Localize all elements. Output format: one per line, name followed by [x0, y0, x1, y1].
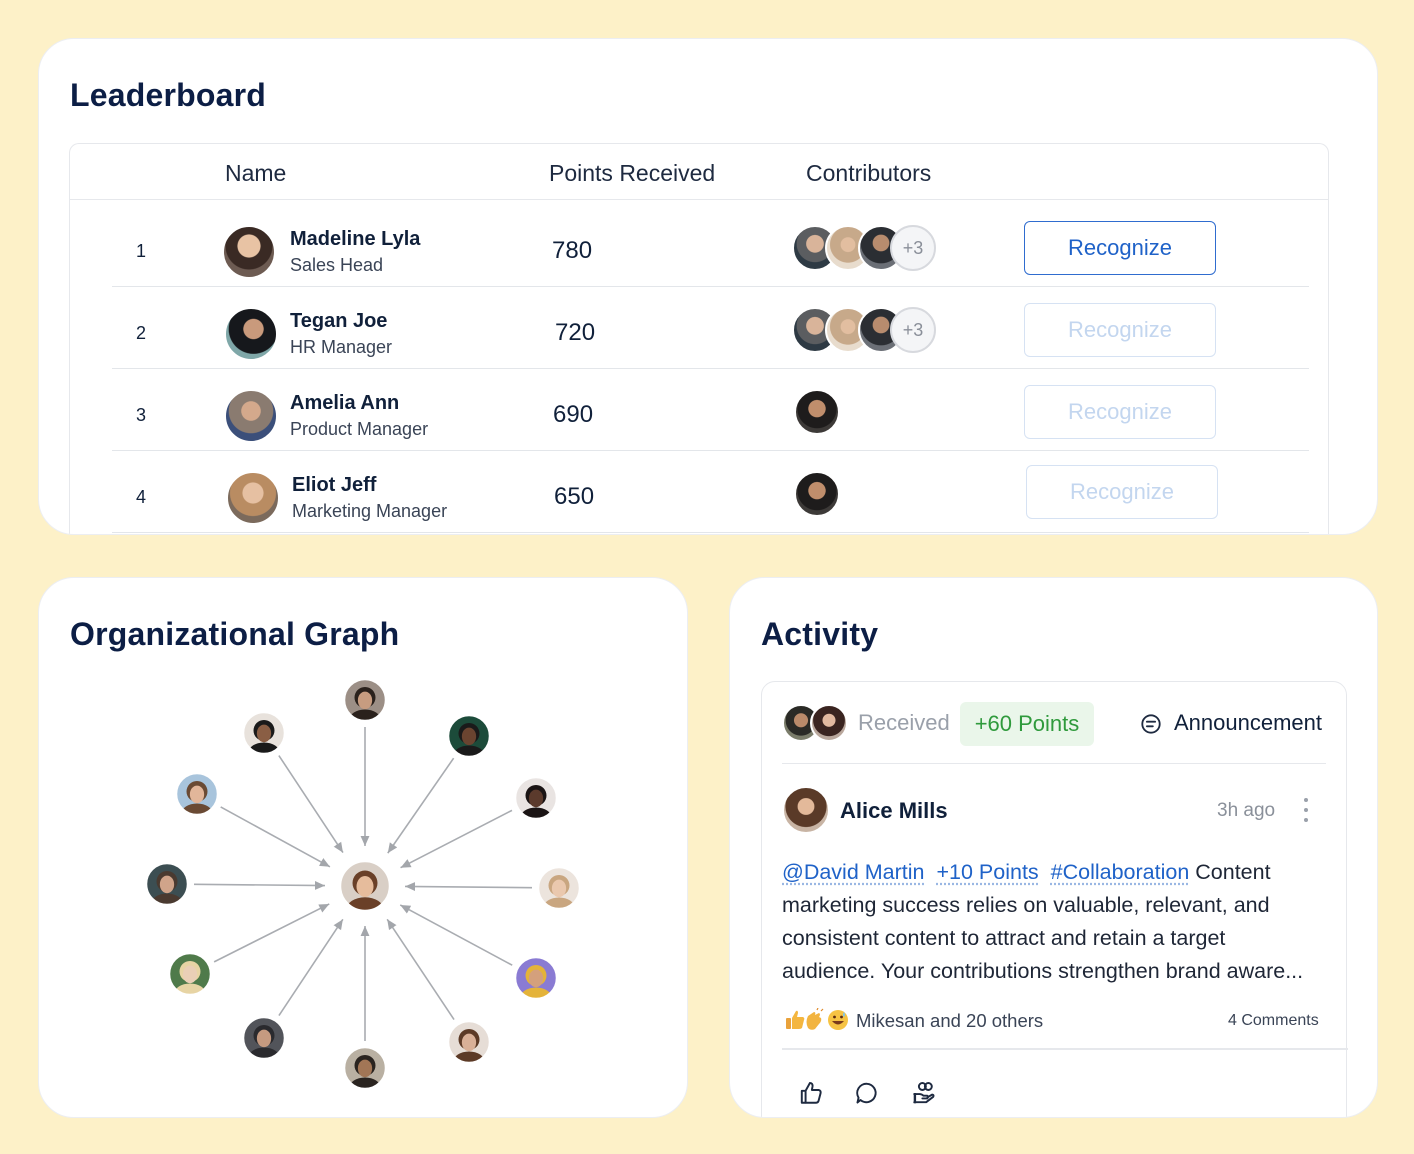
graph-node-avatar[interactable]	[174, 771, 220, 824]
post-body: @David Martin +10 Points #Collaboration …	[782, 856, 1312, 988]
graph-node-avatar[interactable]	[144, 861, 190, 914]
table-header: Name Points Received Contributors	[70, 144, 1328, 200]
activity-card: Activity Received +60 Points Announcemen…	[729, 577, 1378, 1118]
graph-node-avatar[interactable]	[167, 951, 213, 1004]
graph-node-avatar[interactable]	[513, 775, 559, 828]
graph-edge-arrow	[220, 806, 331, 868]
table-row: 1 Madeline Lyla Sales Head 780 +3 Recogn…	[112, 205, 1309, 287]
graph-edge-arrow	[387, 757, 455, 854]
avatar	[226, 471, 280, 525]
avatar	[810, 704, 848, 742]
recognize-button[interactable]: Recognize	[1026, 465, 1218, 519]
person-name[interactable]: Tegan Joe	[290, 310, 387, 333]
points-value: 690	[553, 401, 594, 428]
graph-edge-arrow	[400, 809, 513, 869]
avatar	[222, 225, 276, 279]
activity-header: Received +60 Points Announcement	[782, 682, 1326, 764]
contributor-avatar	[794, 389, 840, 435]
graph-node-avatar[interactable]	[536, 865, 582, 918]
graph-edge-arrow	[399, 904, 513, 966]
graph-center-avatar[interactable]	[338, 859, 392, 922]
comments-count[interactable]: 4 Comments	[1228, 1012, 1319, 1030]
activity-title: Activity	[761, 616, 879, 652]
graph-edge-arrow	[278, 918, 344, 1016]
points-value: 780	[552, 237, 593, 264]
hashtag-link[interactable]: #Collaboration	[1051, 860, 1190, 884]
contributor-avatar	[794, 471, 840, 517]
graph-node-avatar[interactable]	[241, 1015, 287, 1068]
person-role: Marketing Manager	[292, 501, 448, 521]
activity-post: Received +60 Points Announcement Alice M…	[761, 681, 1348, 1117]
points-badge: +60 Points	[960, 702, 1094, 746]
contributors-group[interactable]: +3	[792, 225, 952, 273]
table-row: 2 Tegan Joe HR Manager 720 +3 Recognize	[112, 287, 1309, 369]
rank: 2	[136, 323, 147, 343]
more-options-icon[interactable]	[1302, 796, 1310, 824]
leaderboard-card: Leaderboard Name Points Received Contrib…	[38, 38, 1378, 535]
more-contributors-badge[interactable]: +3	[890, 307, 936, 353]
post-time: 3h ago	[1217, 800, 1276, 821]
table-row: 4 Eliot Jeff Marketing Manager 650 Recog…	[112, 451, 1309, 533]
graph-edge-arrow	[386, 918, 455, 1020]
thumbs-up-icon[interactable]	[798, 1080, 824, 1106]
person-name[interactable]: Madeline Lyla	[290, 228, 420, 251]
more-contributors-badge[interactable]: +3	[890, 225, 936, 271]
reactions-emoji-icon[interactable]	[784, 1008, 850, 1032]
recognize-button[interactable]: Recognize	[1024, 221, 1216, 275]
graph-node-avatar[interactable]	[342, 1045, 388, 1098]
graph-node-avatar[interactable]	[513, 955, 559, 1008]
received-label: Received	[858, 710, 950, 735]
contributors-group[interactable]	[792, 471, 952, 519]
contributors-group[interactable]: +3	[792, 307, 952, 355]
column-contributors: Contributors	[806, 160, 932, 186]
rank: 3	[136, 405, 147, 425]
contributors-group[interactable]	[792, 389, 952, 437]
person-role: HR Manager	[290, 337, 393, 357]
graph-edge-arrow	[213, 903, 330, 963]
graph-node-avatar[interactable]	[446, 713, 492, 766]
points-tag[interactable]: +10 Points	[936, 860, 1038, 884]
graph-node-avatar[interactable]	[446, 1019, 492, 1072]
person-name[interactable]: Eliot Jeff	[292, 474, 376, 497]
person-role: Sales Head	[290, 255, 384, 275]
points-value: 650	[554, 483, 595, 510]
person-role: Product Manager	[290, 419, 429, 439]
divider	[782, 1048, 1348, 1050]
leaderboard-table: Name Points Received Contributors 1 Made…	[69, 143, 1329, 534]
rank: 1	[136, 241, 147, 261]
received-avatars	[782, 704, 852, 744]
author-name[interactable]: Alice Mills	[840, 798, 948, 824]
gift-icon[interactable]	[911, 1080, 937, 1106]
recognize-button[interactable]: Recognize	[1024, 385, 1216, 439]
announcement-label[interactable]: Announcement	[1174, 710, 1322, 736]
avatar	[224, 307, 278, 361]
announcement-icon	[1141, 714, 1161, 734]
leaderboard-title: Leaderboard	[70, 77, 267, 113]
comment-icon[interactable]	[854, 1080, 880, 1106]
recognize-button[interactable]: Recognize	[1024, 303, 1216, 357]
graph-edge-arrow	[193, 881, 326, 890]
points-value: 720	[555, 319, 596, 346]
reactions-summary[interactable]: Mikesan and 20 others	[856, 1010, 1043, 1032]
rank: 4	[136, 487, 147, 507]
mention-link[interactable]: @David Martin	[782, 860, 925, 884]
author-avatar	[782, 786, 830, 834]
column-points: Points Received	[549, 160, 716, 186]
avatar	[224, 389, 278, 443]
column-name: Name	[225, 160, 287, 186]
table-row: 3 Amelia Ann Product Manager 690 Recogni…	[112, 369, 1309, 451]
graph-node-avatar[interactable]	[342, 677, 388, 730]
graph-edge-arrow	[404, 882, 533, 891]
org-graph	[144, 677, 582, 1098]
person-name[interactable]: Amelia Ann	[290, 392, 399, 415]
org-graph-card: Organizational Graph	[38, 577, 688, 1118]
graph-edge-arrow	[278, 755, 344, 854]
